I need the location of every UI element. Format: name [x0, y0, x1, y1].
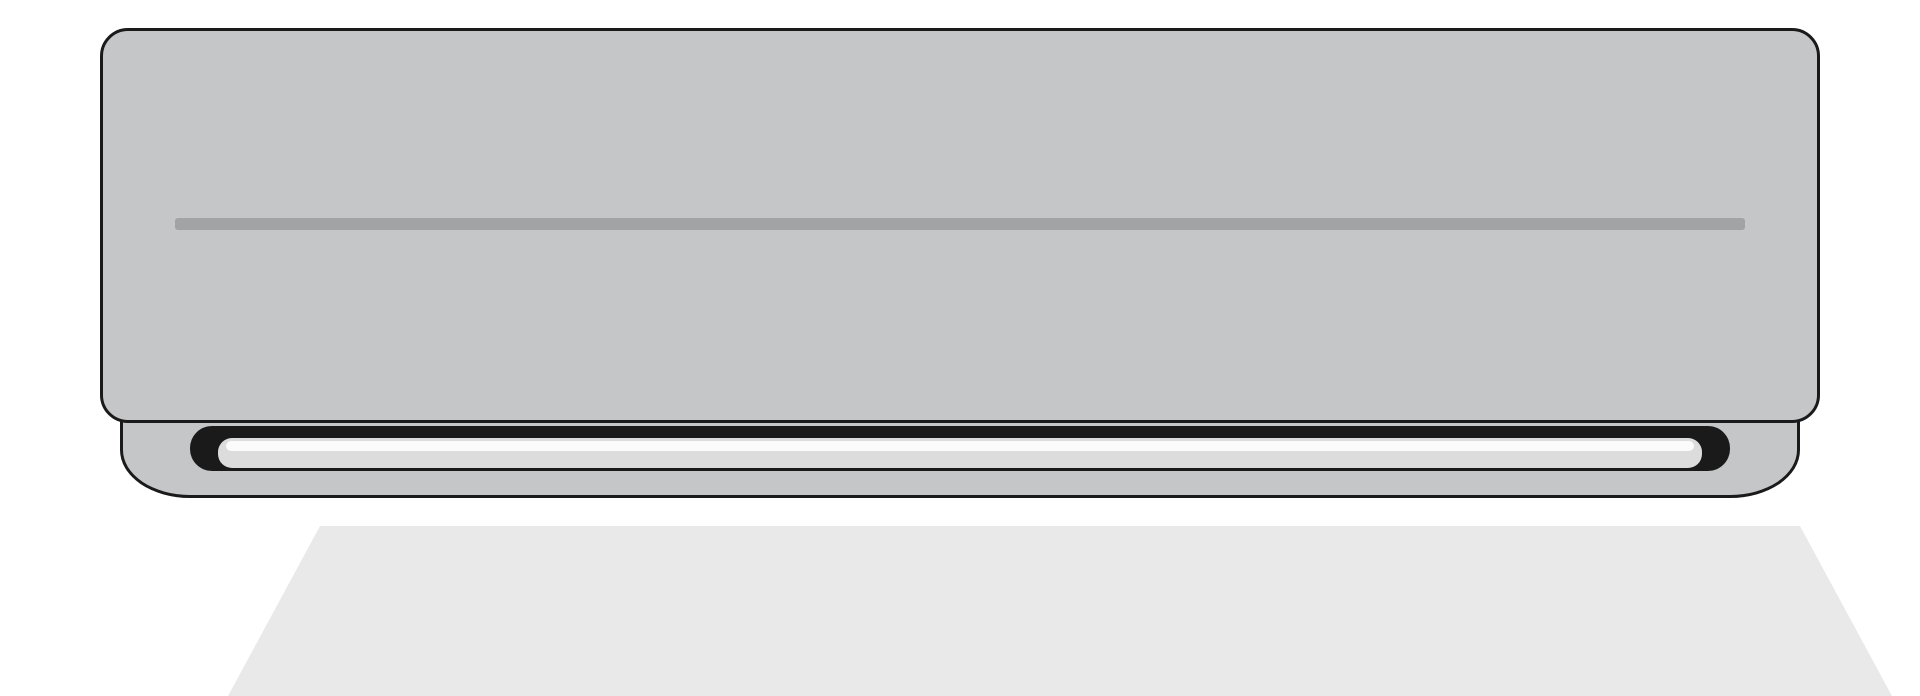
air-conditioner-illustration [100, 28, 1820, 498]
airflow-shape [228, 526, 1892, 696]
ac-panel-divider [175, 218, 1745, 230]
ac-vent-highlight [226, 441, 1694, 451]
